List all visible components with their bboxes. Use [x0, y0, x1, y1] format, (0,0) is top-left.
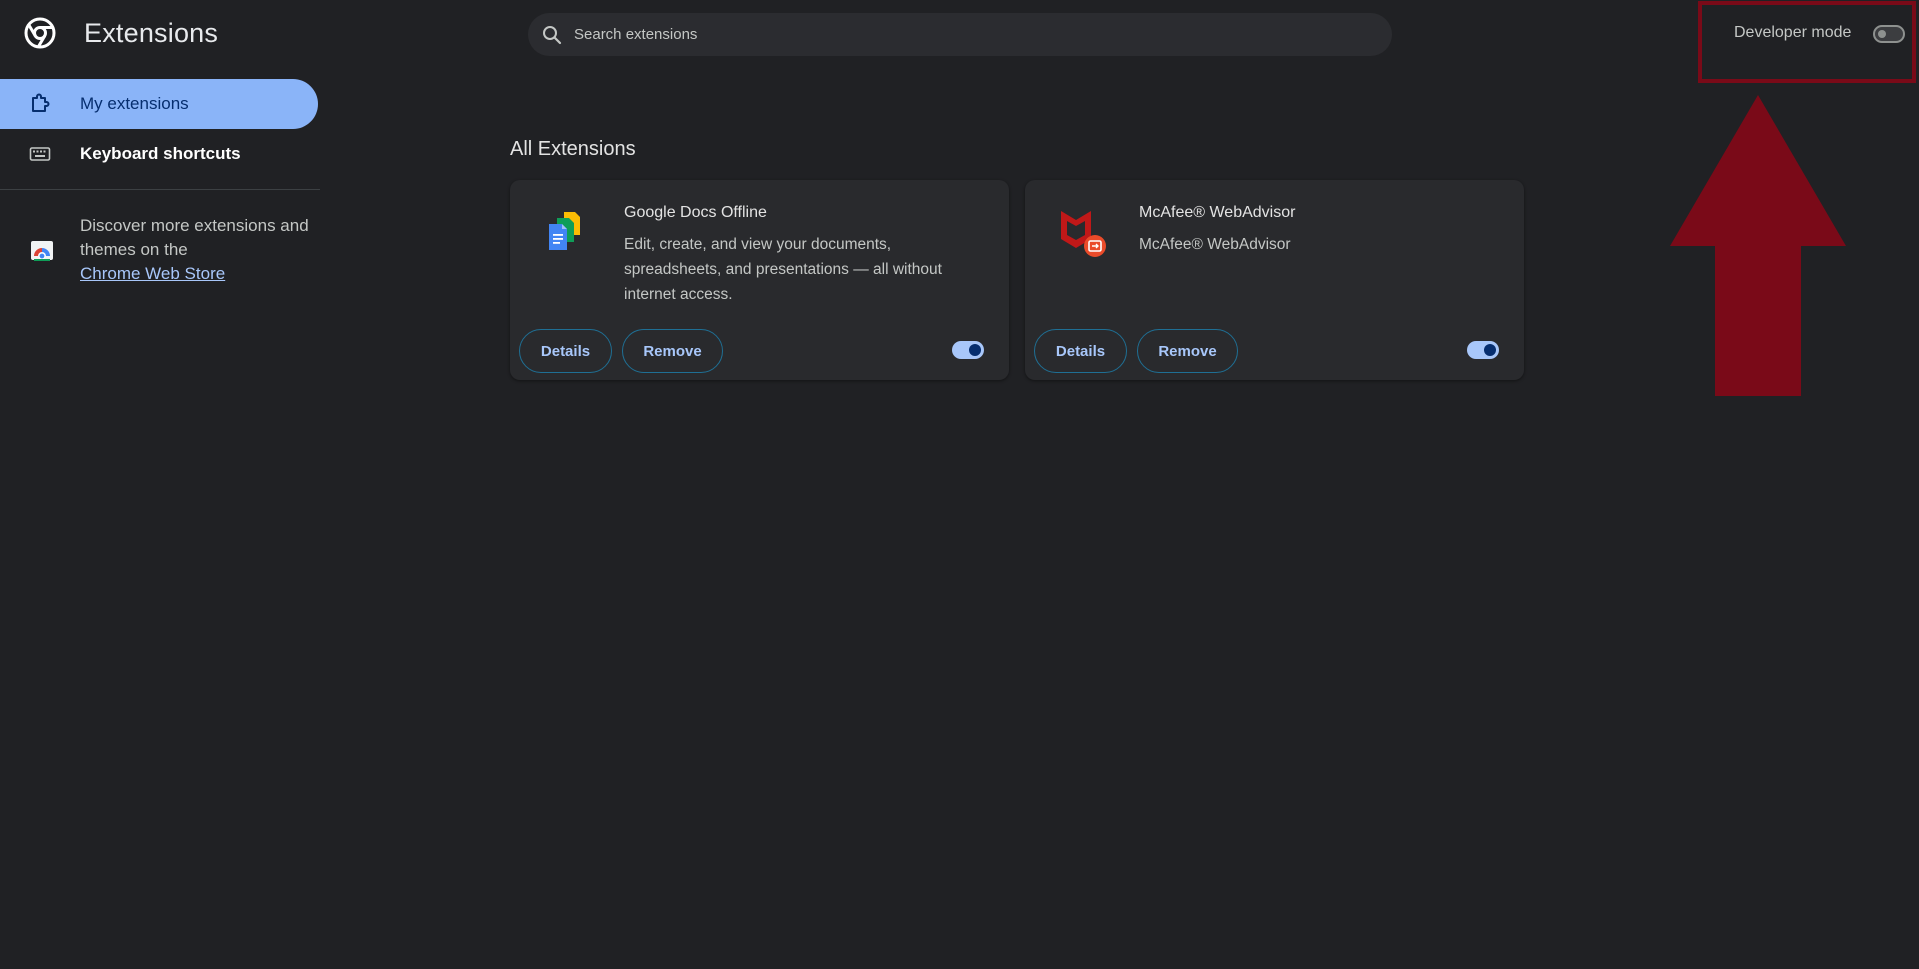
extension-card-mcafee-webadvisor: McAfee® WebAdvisor McAfee® WebAdvisor De… — [1025, 180, 1524, 380]
extension-puzzle-icon — [28, 92, 52, 116]
page-title: Extensions — [84, 18, 219, 48]
toggle-knob — [1878, 30, 1886, 38]
extension-card-google-docs-offline: Google Docs Offline Edit, create, and vi… — [510, 180, 1009, 380]
search-icon — [542, 25, 562, 45]
keyboard-icon — [28, 142, 52, 166]
details-button[interactable]: Details — [1034, 329, 1127, 373]
chrome-web-store-link[interactable]: Chrome Web Store — [80, 264, 225, 283]
extension-name: Google Docs Offline — [624, 204, 767, 221]
toggle-knob — [969, 344, 981, 356]
sidebar-item-my-extensions[interactable]: My extensions — [0, 79, 318, 129]
extension-enabled-toggle[interactable] — [1467, 341, 1499, 359]
web-store-promo-text: Discover more extensions and themes on t… — [80, 214, 320, 286]
promo-text: Discover more extensions and themes on t… — [80, 216, 309, 259]
extension-description: McAfee® WebAdvisor — [1139, 236, 1291, 253]
sidebar-item-keyboard-shortcuts[interactable]: Keyboard shortcuts — [0, 129, 318, 179]
sidebar-item-label: Keyboard shortcuts — [80, 144, 241, 163]
search-bar[interactable] — [528, 13, 1392, 56]
annotation-up-arrow — [1670, 95, 1846, 396]
extensions-page: Extensions Developer mode My extensions — [0, 0, 1919, 969]
toggle-knob — [1484, 344, 1496, 356]
all-extensions-heading: All Extensions — [510, 138, 636, 160]
chrome-web-store-icon — [30, 238, 54, 262]
developer-mode-label: Developer mode — [1734, 24, 1852, 41]
chrome-logo-icon — [24, 17, 56, 49]
developer-mode-toggle[interactable] — [1873, 25, 1905, 43]
sidebar-divider — [0, 189, 320, 190]
extension-name: McAfee® WebAdvisor — [1139, 204, 1296, 221]
remove-button[interactable]: Remove — [622, 329, 723, 373]
mcafee-webadvisor-icon — [1055, 205, 1106, 257]
extension-description: Edit, create, and view your documents, s… — [624, 236, 942, 303]
remove-button[interactable]: Remove — [1137, 329, 1238, 373]
extension-enabled-toggle[interactable] — [952, 341, 984, 359]
sidebar-item-label: My extensions — [80, 94, 189, 113]
details-button[interactable]: Details — [519, 329, 612, 373]
google-docs-offline-icon — [540, 205, 590, 255]
search-input[interactable] — [572, 25, 1336, 44]
